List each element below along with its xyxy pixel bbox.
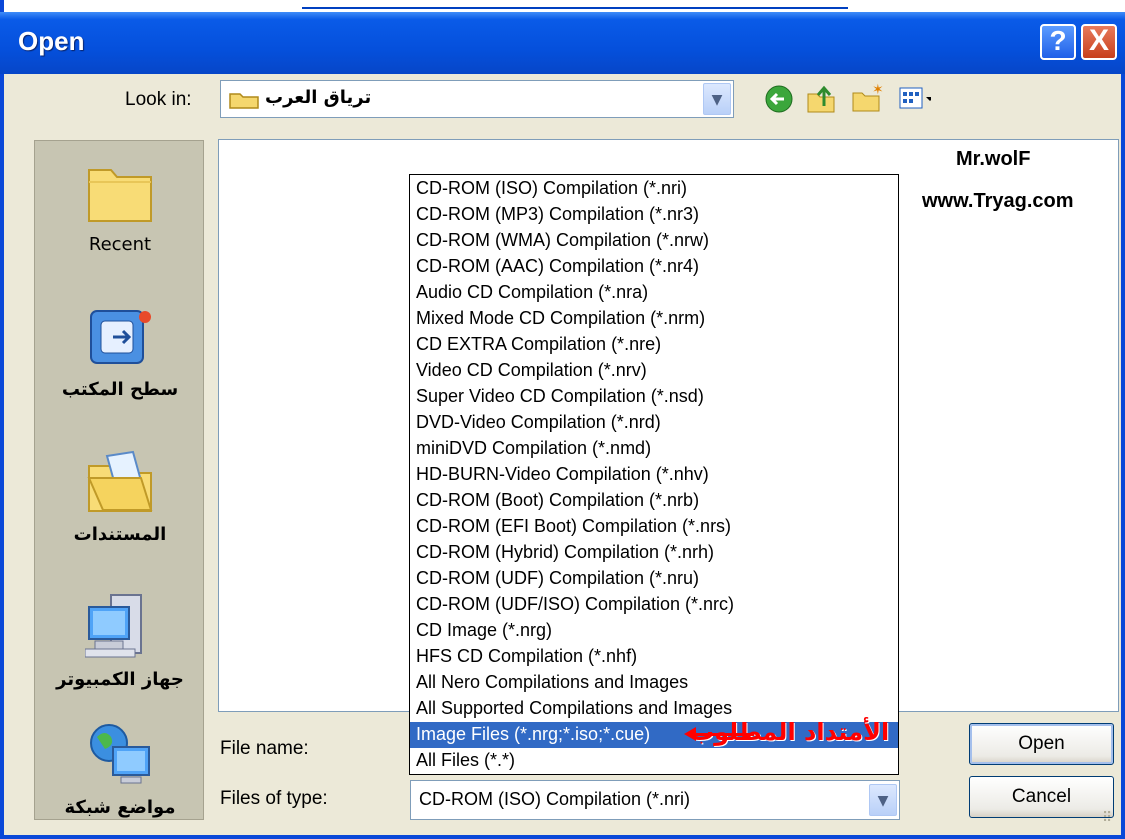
network-places-icon — [90, 724, 150, 784]
recent-folder-icon — [88, 169, 152, 222]
files-of-type-label: Files of type: — [220, 788, 328, 809]
dropdown-option[interactable]: Mixed Mode CD Compilation (*.nrm) — [410, 306, 898, 332]
dropdown-option[interactable]: CD-ROM (UDF/ISO) Compilation (*.nrc) — [410, 592, 898, 618]
dropdown-option[interactable]: CD-ROM (AAC) Compilation (*.nr4) — [410, 254, 898, 280]
place-my-computer[interactable]: جهاز الكمبيوتر — [35, 581, 205, 701]
dropdown-option[interactable]: DVD-Video Compilation (*.nrd) — [410, 410, 898, 436]
place-recent[interactable]: Recent — [35, 146, 205, 266]
dropdown-option[interactable]: CD-ROM (EFI Boot) Compilation (*.nrs) — [410, 514, 898, 540]
dropdown-option[interactable]: CD-ROM (MP3) Compilation (*.nr3) — [410, 202, 898, 228]
dropdown-option[interactable]: Super Video CD Compilation (*.nsd) — [410, 384, 898, 410]
place-desktop[interactable]: سطح المكتب — [35, 291, 205, 411]
views-menu-icon[interactable] — [897, 82, 931, 116]
annotation-text: الأمتداد المطلوب — [690, 718, 890, 746]
up-folder-icon[interactable] — [804, 82, 838, 116]
chevron-down-icon[interactable]: ▼ — [703, 83, 731, 115]
title-bar[interactable]: Open ? X — [0, 12, 1125, 74]
annotation-arrow-head — [684, 727, 696, 741]
dropdown-option[interactable]: CD EXTRA Compilation (*.nre) — [410, 332, 898, 358]
my-computer-icon — [85, 594, 142, 658]
look-in-combo[interactable]: ترياق العرب ▼ — [220, 80, 734, 118]
place-label: جهاز الكمبيوتر — [56, 669, 184, 690]
dropdown-option[interactable]: miniDVD Compilation (*.nmd) — [410, 436, 898, 462]
top-link-underline — [302, 0, 848, 9]
files-of-type-combo[interactable]: CD-ROM (ISO) Compilation (*.nri) ▼ — [410, 780, 900, 820]
back-icon[interactable] — [762, 82, 796, 116]
dropdown-option[interactable]: All Files (*.*) — [410, 748, 898, 774]
open-button[interactable]: Open — [969, 723, 1114, 765]
open-dialog: Open ? X Look in: ترياق العرب ▼ ✶ Recent… — [0, 0, 1125, 839]
dropdown-option[interactable]: CD-ROM (ISO) Compilation (*.nri) — [410, 176, 898, 202]
dropdown-option[interactable]: HFS CD Compilation (*.nhf) — [410, 644, 898, 670]
place-label: Recent — [88, 234, 152, 255]
place-label: سطح المكتب — [61, 379, 179, 400]
places-bar: Recent سطح المكتب المستندات جهاز الكمبيو… — [34, 140, 204, 820]
desktop-icon — [90, 310, 151, 364]
watermark-name: Mr.wolF — [956, 148, 1031, 170]
look-in-label: Look in: — [125, 89, 192, 110]
place-label: مواضع شبكة — [64, 797, 176, 818]
dropdown-option[interactable]: HD-BURN-Video Compilation (*.nhv) — [410, 462, 898, 488]
dropdown-option[interactable]: CD-ROM (Hybrid) Compilation (*.nrh) — [410, 540, 898, 566]
annotation-arrow — [692, 733, 754, 736]
files-of-type-value: CD-ROM (ISO) Compilation (*.nri) — [419, 789, 691, 809]
dropdown-option[interactable]: CD Image (*.nrg) — [410, 618, 898, 644]
dropdown-option[interactable]: CD-ROM (Boot) Compilation (*.nrb) — [410, 488, 898, 514]
watermark-url: www.Tryag.com — [922, 190, 1074, 212]
place-network[interactable]: مواضع شبكة — [35, 709, 205, 829]
new-folder-icon[interactable]: ✶ — [850, 82, 884, 116]
file-type-dropdown-list[interactable]: CD-ROM (ISO) Compilation (*.nri) CD-ROM (… — [409, 174, 899, 775]
documents-folder-icon — [87, 450, 153, 512]
window-title: Open — [18, 26, 85, 56]
dropdown-option[interactable]: Video CD Compilation (*.nrv) — [410, 358, 898, 384]
help-button[interactable]: ? — [1040, 24, 1076, 60]
folder-icon — [229, 93, 259, 109]
dropdown-option[interactable]: CD-ROM (WMA) Compilation (*.nrw) — [410, 228, 898, 254]
dropdown-option[interactable]: Audio CD Compilation (*.nra) — [410, 280, 898, 306]
close-button[interactable]: X — [1081, 24, 1117, 60]
resize-grip[interactable]: ⠿ — [1102, 810, 1122, 830]
svg-text:✶: ✶ — [872, 82, 884, 98]
place-label: المستندات — [73, 524, 167, 545]
look-in-value: ترياق العرب — [265, 87, 372, 108]
dropdown-option[interactable]: CD-ROM (UDF) Compilation (*.nru) — [410, 566, 898, 592]
dropdown-option[interactable]: All Nero Compilations and Images — [410, 670, 898, 696]
top-strip — [4, 0, 1125, 12]
chevron-down-icon[interactable]: ▼ — [869, 784, 897, 816]
cancel-button[interactable]: Cancel — [969, 776, 1114, 818]
file-name-label: File name: — [220, 738, 309, 759]
place-documents[interactable]: المستندات — [35, 436, 205, 556]
